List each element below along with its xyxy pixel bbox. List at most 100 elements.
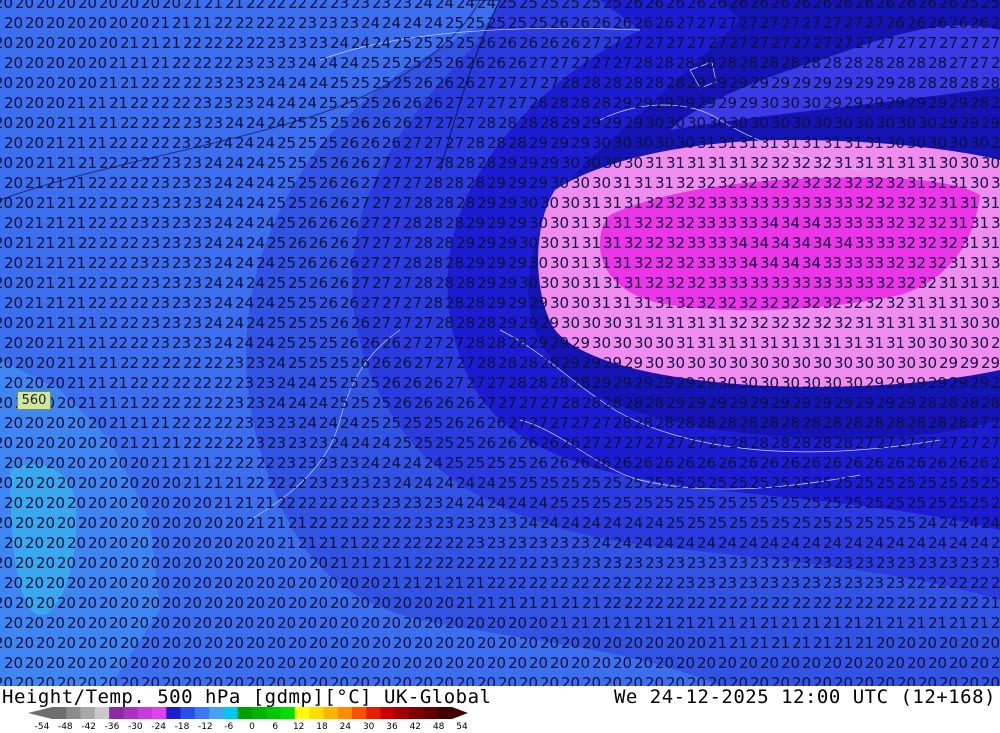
field-value: 20 xyxy=(15,554,34,572)
field-value: 22 xyxy=(613,574,632,592)
field-value: 25 xyxy=(708,514,727,532)
field-value: 21 xyxy=(393,554,412,572)
field-value: 29 xyxy=(624,354,643,372)
field-value: 23 xyxy=(330,474,349,492)
field-value: 30 xyxy=(529,254,548,272)
field-value: 21 xyxy=(67,294,86,312)
field-value: 20 xyxy=(267,634,286,652)
legend-swatch xyxy=(109,707,124,719)
field-value: 22 xyxy=(109,214,128,232)
field-value: 28 xyxy=(865,54,884,72)
field-value: 20 xyxy=(151,534,170,552)
field-value: 24 xyxy=(225,194,244,212)
field-value: 23 xyxy=(162,274,181,292)
field-value: 34 xyxy=(813,234,832,252)
field-value: 22 xyxy=(109,174,128,192)
legend-swatch xyxy=(266,707,282,719)
field-value: 30 xyxy=(855,114,874,132)
field-value: 32 xyxy=(802,174,821,192)
field-value: 28 xyxy=(435,194,454,212)
field-value: 30 xyxy=(550,294,569,312)
field-value: 23 xyxy=(361,494,380,512)
field-value: 25 xyxy=(540,0,559,12)
field-value: 22 xyxy=(151,94,170,112)
field-value: 24 xyxy=(844,534,863,552)
field-value: 26 xyxy=(991,14,1000,32)
field-value: 20 xyxy=(25,534,44,552)
field-value: 26 xyxy=(319,174,338,192)
field-value: 22 xyxy=(729,594,748,612)
field-value: 32 xyxy=(729,314,748,332)
field-value: 25 xyxy=(550,494,569,512)
field-value: 25 xyxy=(372,394,391,412)
field-value: 20 xyxy=(57,674,76,686)
field-value: 21 xyxy=(57,114,76,132)
field-value: 30 xyxy=(949,334,968,352)
field-value: 25 xyxy=(277,134,296,152)
field-value: 23 xyxy=(981,554,1000,572)
legend-swatch xyxy=(80,707,96,719)
field-value: 29 xyxy=(981,354,1000,372)
field-value: 23 xyxy=(172,294,191,312)
field-value: 24 xyxy=(246,154,265,172)
field-value: 21 xyxy=(792,634,811,652)
field-value: 24 xyxy=(277,94,296,112)
field-value: 23 xyxy=(235,54,254,72)
field-value: 31 xyxy=(708,314,727,332)
field-value: 27 xyxy=(939,34,958,52)
field-value: 30 xyxy=(739,374,758,392)
field-value: 23 xyxy=(151,254,170,272)
field-value: 28 xyxy=(571,94,590,112)
legend-swatch xyxy=(294,707,310,719)
field-value: 29 xyxy=(571,134,590,152)
field-value: 29 xyxy=(508,254,527,272)
field-value: 31 xyxy=(760,134,779,152)
field-value: 29 xyxy=(466,254,485,272)
field-value: 24 xyxy=(519,514,538,532)
legend-swatch xyxy=(423,707,439,719)
field-value: 24 xyxy=(424,454,443,472)
field-value: 20 xyxy=(0,194,13,212)
field-value: 27 xyxy=(970,54,989,72)
field-value: 23 xyxy=(729,554,748,572)
field-value: 21 xyxy=(550,614,569,632)
field-value: 20 xyxy=(676,654,695,672)
field-value: 30 xyxy=(834,114,853,132)
field-value: 20 xyxy=(25,14,44,32)
field-value: 30 xyxy=(708,354,727,372)
field-value: 20 xyxy=(88,614,107,632)
field-value: 25 xyxy=(466,454,485,472)
field-value: 20 xyxy=(4,134,23,152)
field-value: 23 xyxy=(802,574,821,592)
field-value: 31 xyxy=(624,194,643,212)
field-value: 27 xyxy=(372,154,391,172)
field-value: 23 xyxy=(225,354,244,372)
field-value: 25 xyxy=(393,34,412,52)
field-value: 28 xyxy=(645,394,664,412)
field-value: 28 xyxy=(844,414,863,432)
field-value: 25 xyxy=(697,494,716,512)
field-value: 28 xyxy=(487,334,506,352)
field-value: 25 xyxy=(288,114,307,132)
field-value: 30 xyxy=(823,374,842,392)
field-value: 21 xyxy=(57,194,76,212)
field-value: 21 xyxy=(57,274,76,292)
field-value: 22 xyxy=(550,574,569,592)
field-value: 25 xyxy=(540,474,559,492)
field-value: 23 xyxy=(876,554,895,572)
field-value: 22 xyxy=(214,374,233,392)
field-value: 26 xyxy=(949,14,968,32)
field-value: 20 xyxy=(655,654,674,672)
field-value: 28 xyxy=(550,94,569,112)
field-value: 24 xyxy=(487,494,506,512)
field-value: 31 xyxy=(897,154,916,172)
field-value: 27 xyxy=(361,254,380,272)
field-value: 28 xyxy=(928,414,947,432)
field-value: 20 xyxy=(4,14,23,32)
field-value: 20 xyxy=(897,634,916,652)
field-value: 23 xyxy=(939,554,958,572)
field-value: 22 xyxy=(319,494,338,512)
field-value: 29 xyxy=(960,354,979,372)
field-value: 24 xyxy=(256,294,275,312)
field-value: 31 xyxy=(897,314,916,332)
